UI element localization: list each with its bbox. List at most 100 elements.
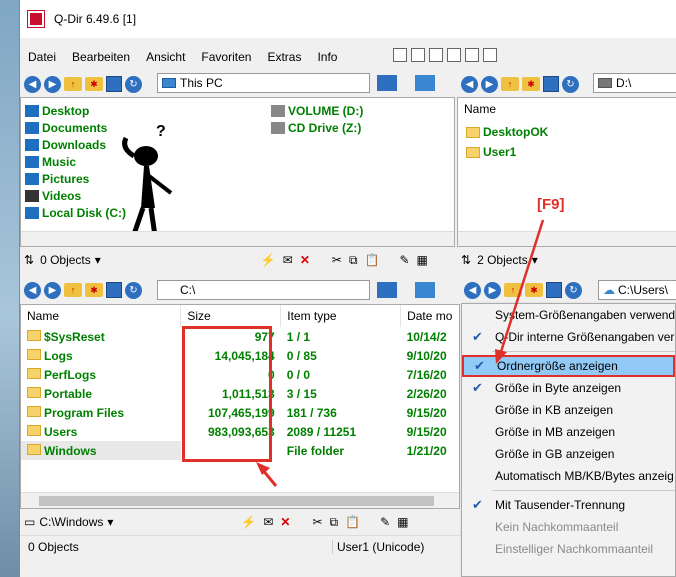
new-folder-icon[interactable]: ✱ <box>522 77 540 91</box>
sort-icon[interactable]: ⇅ <box>24 253 34 267</box>
col-type[interactable]: Item type <box>280 305 402 327</box>
monitor-icon[interactable] <box>415 282 435 298</box>
refresh-icon[interactable]: ↻ <box>125 75 142 93</box>
forward-icon[interactable]: ▶ <box>481 75 498 93</box>
list-item[interactable]: VOLUME (D:) <box>271 102 363 119</box>
cd-drive-icon <box>271 121 285 134</box>
view-icon[interactable] <box>106 282 122 298</box>
folder-up-icon[interactable]: ↑ <box>64 283 82 297</box>
list-item[interactable]: DesktopOK <box>466 122 548 142</box>
layout-window-icon[interactable] <box>429 48 443 62</box>
paste-icon[interactable]: 📋 <box>345 515 360 530</box>
sort-icon[interactable]: ⇅ <box>461 253 471 267</box>
pane1-address-field[interactable]: This PC <box>157 73 370 93</box>
pane3-address-field[interactable]: C:\ <box>157 280 370 300</box>
back-icon[interactable]: ◀ <box>464 281 481 299</box>
scroll-thumb[interactable] <box>39 496 434 506</box>
folder-up-icon[interactable]: ↑ <box>64 77 82 91</box>
pane3-actions: ⚡ ✉ ✕ ✂ ⧉ 📋 ✎ ▦ <box>241 515 408 530</box>
new-folder-icon[interactable]: ✱ <box>85 77 103 91</box>
cloud-icon: ☁ <box>603 283 615 297</box>
mail-icon[interactable]: ✉ <box>283 253 293 268</box>
paste-icon[interactable]: 📋 <box>365 253 380 268</box>
pane4-address-field[interactable]: ☁ C:\Users\ <box>598 280 676 300</box>
view-icon[interactable] <box>546 282 562 298</box>
menu-item[interactable]: Automatisch MB/KB/Bytes anzeig <box>462 465 675 487</box>
menu-item[interactable]: ✔ Mit Tausender-Trennung <box>462 494 675 516</box>
col-date[interactable]: Date mo <box>400 305 459 327</box>
forward-icon[interactable]: ▶ <box>44 75 61 93</box>
layout-extra-icon[interactable] <box>483 48 497 62</box>
refresh-icon[interactable]: ↻ <box>125 281 142 299</box>
lightning-icon[interactable]: ⚡ <box>261 253 276 268</box>
folder-up-icon[interactable]: ↑ <box>504 283 522 297</box>
menu-extras[interactable]: Extras <box>259 50 309 64</box>
item-label: Music <box>42 154 77 169</box>
rename-icon[interactable]: ✎ <box>399 253 409 268</box>
mail-icon[interactable]: ✉ <box>263 515 273 530</box>
properties-icon[interactable]: ▦ <box>417 253 428 268</box>
copy-icon[interactable]: ⧉ <box>349 253 358 268</box>
new-folder-icon[interactable]: ✱ <box>85 283 103 297</box>
menu-item[interactable]: Größe in MB anzeigen <box>462 421 675 443</box>
menu-favoriten[interactable]: Favoriten <box>193 50 259 64</box>
copy-icon[interactable]: ⧉ <box>330 515 339 530</box>
view-icon[interactable] <box>106 76 122 92</box>
delete-icon[interactable]: ✕ <box>300 253 310 268</box>
documents-icon <box>25 121 39 134</box>
pane3-footer-address[interactable]: C:\Windows <box>39 515 103 529</box>
list-item[interactable]: Desktop <box>25 102 126 119</box>
pane2-col-name[interactable]: Name <box>464 102 496 116</box>
menu-datei[interactable]: Datei <box>20 50 64 64</box>
cell-type: 0 / 0 <box>286 367 311 382</box>
cell-date: 9/15/20 <box>406 405 447 420</box>
pane1-actions: ⚡ ✉ ✕ ✂ ⧉ 📋 ✎ ▦ <box>261 253 428 268</box>
pane1-h-scrollbar[interactable] <box>21 231 454 246</box>
view-mode-icon[interactable] <box>377 282 397 298</box>
col-size[interactable]: Size <box>180 305 282 327</box>
menu-item[interactable]: System-Größenangaben verwend <box>462 304 675 326</box>
layout-grid-icon[interactable] <box>393 48 407 62</box>
cut-icon[interactable]: ✂ <box>312 515 322 530</box>
pane3-address-text: C:\ <box>180 283 196 297</box>
list-item[interactable]: CD Drive (Z:) <box>271 119 363 136</box>
menu-item[interactable]: Größe in GB anzeigen <box>462 443 675 465</box>
menu-info[interactable]: Info <box>309 50 345 64</box>
chevron-down-icon[interactable]: ▾ <box>107 515 113 529</box>
list-item[interactable]: User1 <box>466 142 548 162</box>
item-label: Desktop <box>42 103 90 118</box>
view-icon[interactable] <box>543 76 559 92</box>
forward-icon[interactable]: ▶ <box>484 281 501 299</box>
cut-icon[interactable]: ✂ <box>332 253 342 268</box>
menu-item-folder-size[interactable]: ✔ Ordnergröße anzeigen <box>462 355 675 377</box>
refresh-icon[interactable]: ↻ <box>565 281 582 299</box>
back-icon[interactable]: ◀ <box>461 75 478 93</box>
folder-up-icon[interactable]: ↑ <box>501 77 519 91</box>
col-name[interactable]: Name <box>21 305 182 327</box>
properties-icon[interactable]: ▦ <box>397 515 408 530</box>
menu-item[interactable]: ✔ Größe in Byte anzeigen <box>462 377 675 399</box>
layout-view-icon[interactable] <box>465 48 479 62</box>
new-folder-icon[interactable]: ✱ <box>525 283 543 297</box>
menu-ansicht[interactable]: Ansicht <box>138 50 193 64</box>
menu-item[interactable]: Größe in KB anzeigen <box>462 399 675 421</box>
pane2-h-scrollbar[interactable] <box>458 231 676 246</box>
pane2-address-field[interactable]: D:\ <box>593 73 676 93</box>
lightning-icon[interactable]: ⚡ <box>241 515 256 530</box>
rename-icon[interactable]: ✎ <box>380 515 390 530</box>
chevron-down-icon[interactable]: ▾ <box>532 253 538 267</box>
view-mode-icon[interactable] <box>377 75 397 91</box>
menu-bearbeiten[interactable]: Bearbeiten <box>64 50 138 64</box>
layout-split-icon[interactable] <box>411 48 425 62</box>
back-icon[interactable]: ◀ <box>24 281 41 299</box>
forward-icon[interactable]: ▶ <box>44 281 61 299</box>
layout-tabs-icon[interactable] <box>447 48 461 62</box>
back-icon[interactable]: ◀ <box>24 75 41 93</box>
menu-item-disabled: Einstelliger Nachkommaanteil <box>495 542 654 556</box>
monitor-icon[interactable] <box>415 75 435 91</box>
pane3-h-scrollbar[interactable] <box>21 492 459 508</box>
delete-icon[interactable]: ✕ <box>280 515 290 530</box>
menu-item[interactable]: ✔ Q-Dir interne Größenangaben ver <box>462 326 675 348</box>
chevron-down-icon[interactable]: ▾ <box>95 253 101 267</box>
refresh-icon[interactable]: ↻ <box>562 75 579 93</box>
